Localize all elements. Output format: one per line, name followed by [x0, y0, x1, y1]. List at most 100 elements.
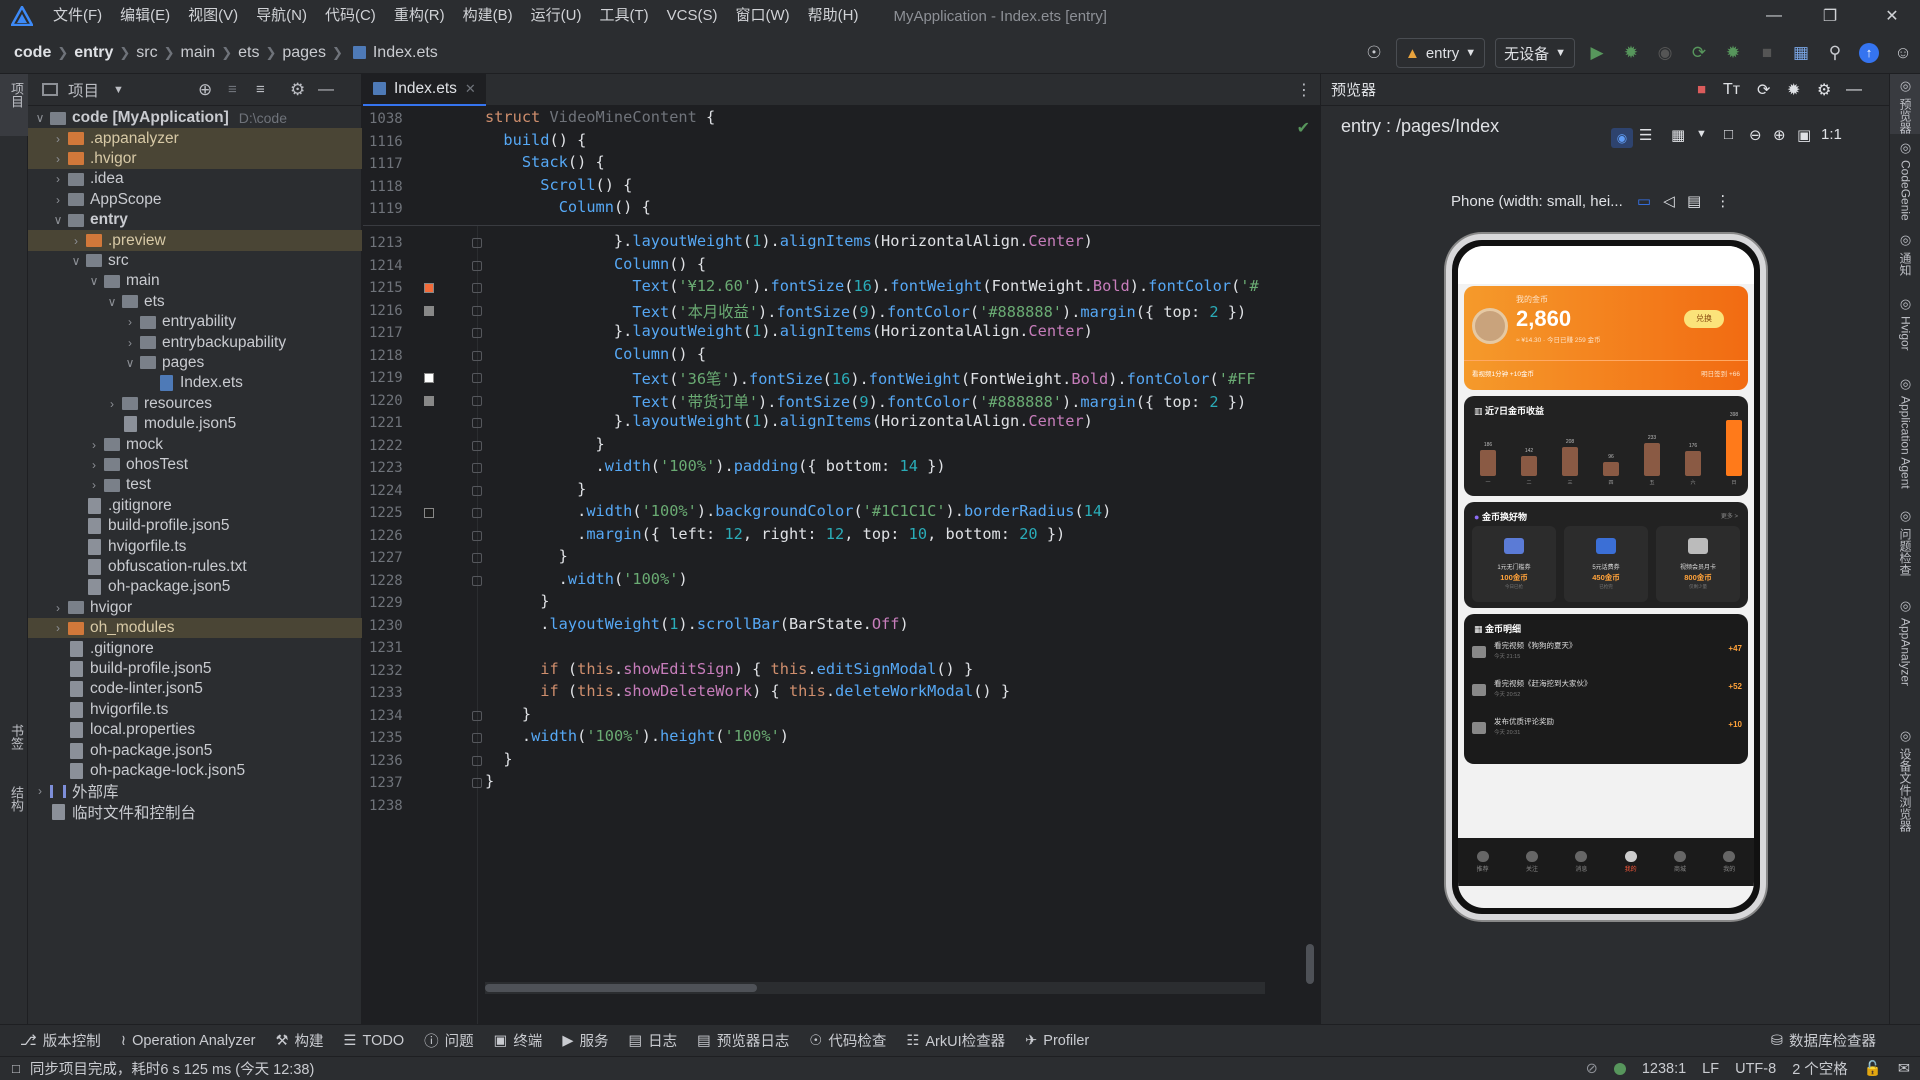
stop-preview-icon[interactable]: ■ [1697, 81, 1706, 98]
tree-item[interactable]: ∨ pages [28, 353, 362, 373]
tree-item[interactable]: .gitignore [28, 638, 362, 658]
fold-marker-icon[interactable] [472, 328, 482, 338]
eye-icon[interactable]: ◉ [1611, 128, 1633, 148]
back-icon[interactable]: ◁ [1663, 193, 1675, 210]
bottom-tool[interactable]: ☷ ArkUI检查器 [906, 1030, 1005, 1051]
tree-item[interactable]: ∨ code [MyApplication] D:\code [28, 108, 362, 128]
locate-icon[interactable]: ⊕ [198, 80, 212, 100]
chevron-right-icon[interactable]: › [122, 315, 138, 329]
menu-item[interactable]: 视图(V) [179, 0, 247, 32]
chevron-down-icon[interactable]: ∨ [50, 213, 66, 227]
tree-item[interactable]: .gitignore [28, 496, 362, 516]
bottom-tool[interactable]: ▤ 预览器日志 [697, 1030, 789, 1051]
tree-item[interactable]: code-linter.json5 [28, 679, 362, 699]
notifications-icon[interactable]: ✉ [1898, 1061, 1910, 1077]
tree-item[interactable]: module.json5 [28, 414, 362, 434]
chevron-down-icon[interactable]: ∨ [104, 295, 120, 309]
lock-icon[interactable]: 🔓 [1864, 1060, 1882, 1077]
power-save-icon[interactable]: ⊘ [1586, 1061, 1598, 1077]
app-tab[interactable]: 我的 [1723, 851, 1735, 873]
code-line[interactable]: Text('36笔').fontSize(16).fontWeight(Font… [485, 367, 1255, 389]
chevron-down-icon[interactable]: ▼ [1696, 128, 1707, 140]
right-tool-tab[interactable]: ◎ Application Agent [1890, 372, 1920, 489]
tree-item[interactable]: › 外部库 [28, 781, 362, 801]
tree-item[interactable]: › ohosTest [28, 455, 362, 475]
color-swatch-icon[interactable] [424, 373, 434, 383]
code-line[interactable]: } [485, 705, 531, 723]
code-line[interactable]: }.layoutWeight(1).alignItems(HorizontalA… [485, 322, 1093, 340]
fold-marker-icon[interactable] [472, 418, 482, 428]
right-tool-tab[interactable]: ◎ 设备文件浏览器 [1890, 724, 1920, 832]
code-line[interactable]: } [485, 480, 586, 498]
menu-item[interactable]: 工具(T) [590, 0, 657, 32]
tree-item[interactable]: ∨ entry [28, 210, 362, 230]
fold-marker-icon[interactable] [472, 575, 482, 586]
menu-item[interactable]: 代码(C) [316, 0, 385, 32]
chevron-right-icon[interactable]: › [86, 478, 102, 492]
tree-item[interactable]: › .preview [28, 230, 362, 251]
tree-item[interactable]: build-profile.json5 [28, 659, 362, 679]
right-tool-tab[interactable]: ◎ AppAnalyzer [1890, 594, 1920, 686]
tab-index-ets[interactable]: Index.ets ✕ [363, 73, 486, 106]
status-message[interactable]: 同步项目完成，耗时6 s 125 ms (今天 12:38) [30, 1058, 314, 1079]
tree-item[interactable]: › entrybackupability [28, 332, 362, 352]
chevron-right-icon[interactable]: › [50, 601, 66, 615]
zoom-out-icon[interactable]: ⊖ [1749, 126, 1762, 144]
font-size-icon[interactable]: Tт [1723, 81, 1740, 99]
fold-marker-icon[interactable] [472, 305, 482, 316]
chevron-down-icon[interactable]: ▼ [113, 84, 124, 96]
tree-item[interactable]: hvigorfile.ts [28, 700, 362, 720]
tree-item[interactable]: › entryability [28, 312, 362, 332]
app-tab[interactable]: 推荐 [1476, 851, 1489, 873]
code-line[interactable]: } [485, 592, 549, 610]
bottom-tool[interactable]: ⓘ 问题 [424, 1030, 474, 1051]
fold-marker-icon[interactable] [472, 283, 482, 293]
right-tool-tab[interactable]: ◎ Hvigor [1890, 292, 1920, 351]
reload-icon[interactable]: ⟳ [1684, 38, 1714, 68]
fold-marker-icon[interactable] [472, 395, 482, 406]
project-panel-title[interactable]: 项目 [68, 79, 99, 101]
tree-item[interactable]: ∨ src [28, 251, 362, 271]
code-line[interactable]: Text('本月收益').fontSize(9).fontColor('#888… [485, 300, 1246, 322]
project-structure-icon[interactable]: ▦ [1786, 38, 1816, 68]
chevron-right-icon[interactable]: › [50, 132, 66, 146]
file-encoding[interactable]: UTF-8 [1735, 1061, 1776, 1077]
bottom-tool[interactable]: ▣ 终端 [494, 1030, 543, 1051]
maximize-button[interactable]: ❐ [1802, 0, 1858, 32]
fold-marker-icon[interactable] [472, 440, 482, 451]
code-line[interactable]: .width('100%').padding({ bottom: 14 }) [485, 457, 946, 475]
fold-marker-icon[interactable] [472, 553, 482, 563]
chevron-right-icon[interactable]: › [32, 784, 48, 798]
code-line[interactable]: .margin({ left: 12, right: 12, top: 10, … [485, 525, 1065, 543]
gear-icon[interactable]: ⚙ [290, 80, 305, 100]
exchange-button[interactable]: 兑换 [1684, 310, 1724, 328]
structure-tool-label[interactable]: 结构 [7, 786, 26, 812]
device-icon[interactable]: ▭ [1637, 193, 1651, 210]
right-tool-tab[interactable]: ◎ 问题检查 [1890, 504, 1920, 576]
fold-marker-icon[interactable] [472, 238, 482, 248]
code-line[interactable]: if (this.showDeleteWork) { this.deleteWo… [485, 682, 1010, 700]
tree-item[interactable]: › hvigor [28, 598, 362, 618]
horizontal-scrollbar-thumb[interactable] [485, 984, 757, 992]
bottom-tool[interactable]: ≀ Operation Analyzer [121, 1030, 256, 1051]
grid-icon[interactable]: ▦ [1671, 126, 1685, 144]
code-line[interactable]: Text('¥12.60').fontSize(16).fontWeight(F… [485, 277, 1258, 295]
breadcrumb-item[interactable]: ets [238, 44, 259, 62]
bottom-tool[interactable]: ⎇ 版本控制 [20, 1030, 101, 1051]
chevron-down-icon[interactable]: ∨ [32, 111, 48, 125]
fold-marker-icon[interactable] [472, 508, 482, 518]
code-line[interactable]: Scroll() { [485, 176, 632, 194]
code-line[interactable]: }.layoutWeight(1).alignItems(HorizontalA… [485, 232, 1093, 250]
fold-marker-icon[interactable] [472, 733, 482, 743]
tree-item[interactable]: Index.ets [28, 373, 362, 393]
tree-item[interactable]: › mock [28, 434, 362, 454]
right-tool-tab[interactable]: ◎ 通知 [1890, 228, 1920, 276]
tree-item[interactable]: oh-package-lock.json5 [28, 761, 362, 781]
right-tool-tab[interactable]: ◎ 预览器 [1890, 74, 1920, 134]
app-tab[interactable]: 关注 [1525, 851, 1538, 873]
shop-more-link[interactable]: 更多 > [1721, 511, 1738, 520]
more-icon[interactable]: ⋮ [1296, 80, 1312, 100]
tree-item[interactable]: › test [28, 475, 362, 495]
menu-item[interactable]: 帮助(H) [799, 0, 868, 32]
menu-item[interactable]: 重构(R) [385, 0, 454, 32]
